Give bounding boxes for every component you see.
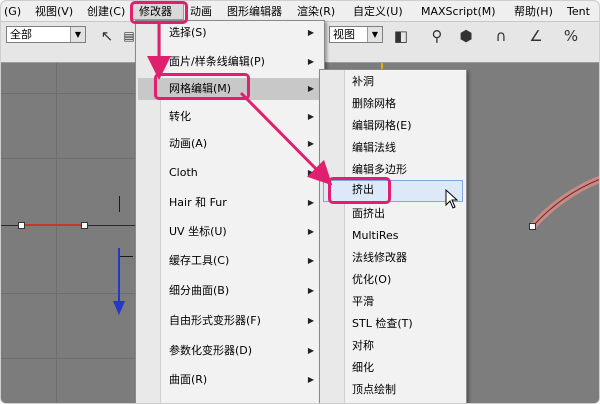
annotation-arrows [147,23,333,186]
mouse-cursor-icon [445,189,459,209]
app-window: (G) 视图(V) 创建(C) 修改器 动画 图形编辑器 渲染(R) 自定义(U… [0,0,600,404]
